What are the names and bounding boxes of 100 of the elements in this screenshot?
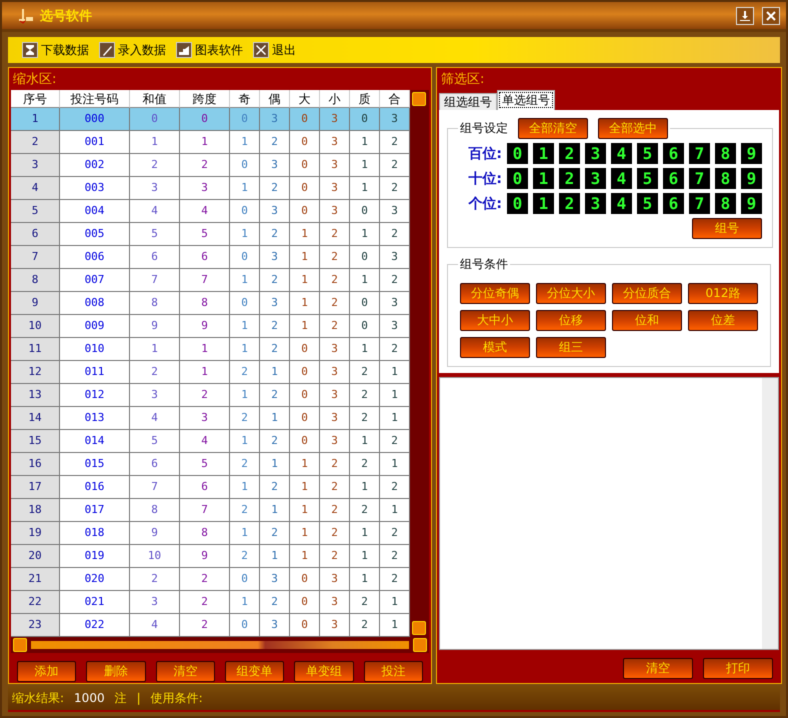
- table-cell: 1: [350, 522, 380, 545]
- table-cell: 0: [350, 200, 380, 223]
- horizontal-scrollbar[interactable]: [11, 637, 429, 653]
- digit-button[interactable]: 2: [559, 143, 580, 164]
- column-header[interactable]: 小: [320, 90, 350, 108]
- table-cell: 2: [380, 476, 410, 499]
- digit-button[interactable]: 6: [663, 193, 684, 214]
- condition-button[interactable]: 位移: [536, 310, 606, 331]
- condition-button[interactable]: 位差: [688, 310, 758, 331]
- column-header[interactable]: 偶: [260, 90, 290, 108]
- digit-button[interactable]: 7: [689, 143, 710, 164]
- column-header[interactable]: 和值: [130, 90, 180, 108]
- action-button[interactable]: 添加: [17, 661, 76, 682]
- digit-button[interactable]: 8: [715, 193, 736, 214]
- table-cell: 1: [350, 568, 380, 591]
- vertical-scrollbar[interactable]: [410, 90, 428, 637]
- digit-button[interactable]: 1: [533, 143, 554, 164]
- digit-button[interactable]: 6: [663, 143, 684, 164]
- table-cell: 013: [60, 407, 130, 430]
- table-cell: 014: [60, 430, 130, 453]
- digit-button[interactable]: 5: [637, 193, 658, 214]
- table-cell: 3: [380, 108, 410, 131]
- table-cell: 2: [260, 384, 290, 407]
- condition-button[interactable]: 分位奇偶: [460, 283, 530, 304]
- condition-button[interactable]: 大中小: [460, 310, 530, 331]
- toolbar-button[interactable]: 图表软件: [176, 42, 243, 58]
- tab[interactable]: 组选组号: [439, 93, 497, 110]
- tab[interactable]: 单选组号: [497, 90, 555, 110]
- column-header[interactable]: 投注号码: [60, 90, 130, 108]
- table-cell: 8: [130, 292, 180, 315]
- column-header[interactable]: 合: [380, 90, 410, 108]
- table-cell: 2: [320, 545, 350, 568]
- digit-button[interactable]: 8: [715, 143, 736, 164]
- action-button[interactable]: 删除: [86, 661, 146, 682]
- column-header[interactable]: 质: [350, 90, 380, 108]
- table-cell: 2: [320, 522, 350, 545]
- digit-button[interactable]: 0: [507, 193, 528, 214]
- digit-button[interactable]: 8: [715, 168, 736, 189]
- digit-button[interactable]: 2: [559, 168, 580, 189]
- column-header[interactable]: 序号: [11, 90, 60, 108]
- table-cell: 1: [290, 269, 320, 292]
- table-cell: 6: [130, 246, 180, 269]
- digit-button[interactable]: 3: [585, 193, 606, 214]
- toolbar-button[interactable]: 退出: [253, 42, 296, 58]
- action-button[interactable]: 清空: [623, 658, 693, 679]
- table-cell: 1: [230, 384, 260, 407]
- digit-button[interactable]: 4: [611, 193, 632, 214]
- table-cell: 0: [290, 591, 320, 614]
- action-button[interactable]: 投注: [364, 661, 423, 682]
- condition-button[interactable]: 位和: [612, 310, 682, 331]
- digit-button[interactable]: 6: [663, 168, 684, 189]
- table-cell: 3: [320, 568, 350, 591]
- action-button[interactable]: 清空: [156, 661, 215, 682]
- digit-button[interactable]: 1: [533, 168, 554, 189]
- status-label: 缩水结果:: [12, 690, 64, 706]
- digit-button[interactable]: 1: [533, 193, 554, 214]
- table-cell: 16: [11, 453, 60, 476]
- condition-button[interactable]: 分位大小: [536, 283, 606, 304]
- digit-button[interactable]: 9: [741, 193, 762, 214]
- digit-button[interactable]: 3: [585, 143, 606, 164]
- condition-button[interactable]: 模式: [460, 337, 530, 358]
- table-cell: 2: [380, 131, 410, 154]
- digit-button[interactable]: 9: [741, 168, 762, 189]
- select-button[interactable]: 全部清空: [518, 118, 588, 139]
- digit-button[interactable]: 4: [611, 168, 632, 189]
- column-header[interactable]: 跨度: [180, 90, 230, 108]
- table-cell: 003: [60, 177, 130, 200]
- action-button[interactable]: 单变组: [294, 661, 354, 682]
- table-cell: 9: [180, 315, 230, 338]
- digit-button[interactable]: 7: [689, 193, 710, 214]
- table-cell: 008: [60, 292, 130, 315]
- table-cell: 2: [320, 315, 350, 338]
- digit-button[interactable]: 4: [611, 143, 632, 164]
- toolbar-button[interactable]: 录入数据: [99, 42, 166, 58]
- digit-button[interactable]: 0: [507, 168, 528, 189]
- table-cell: 016: [60, 476, 130, 499]
- condition-button[interactable]: 组三: [536, 337, 606, 358]
- digit-button[interactable]: 0: [507, 143, 528, 164]
- close-button[interactable]: [762, 6, 780, 24]
- table-cell: 1: [380, 361, 410, 384]
- digit-button[interactable]: 7: [689, 168, 710, 189]
- minimize-button[interactable]: [736, 6, 754, 24]
- action-button[interactable]: 打印: [703, 658, 773, 679]
- digit-button[interactable]: 9: [741, 143, 762, 164]
- column-header[interactable]: 大: [290, 90, 320, 108]
- toolbar-button[interactable]: 下载数据: [22, 42, 89, 58]
- table-cell: 2: [260, 223, 290, 246]
- condition-button[interactable]: 012路: [688, 283, 758, 304]
- digit-button[interactable]: 5: [637, 168, 658, 189]
- table-cell: 1: [230, 430, 260, 453]
- group-button[interactable]: 组号: [692, 218, 762, 239]
- column-header[interactable]: 奇: [230, 90, 260, 108]
- action-button[interactable]: 组变单: [224, 661, 284, 682]
- digit-button[interactable]: 3: [585, 168, 606, 189]
- table-cell: 2: [380, 269, 410, 292]
- digit-button[interactable]: 2: [559, 193, 580, 214]
- condition-button[interactable]: 分位质合: [612, 283, 682, 304]
- digit-button[interactable]: 5: [637, 143, 658, 164]
- table-cell: 6: [11, 223, 60, 246]
- select-button[interactable]: 全部选中: [598, 118, 668, 139]
